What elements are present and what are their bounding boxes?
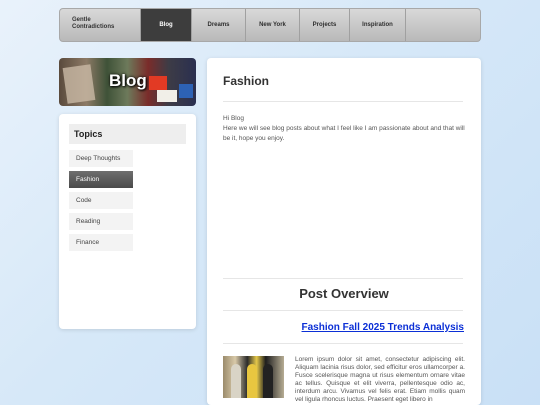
intro-description: Here we will see blog posts about what I… bbox=[223, 125, 465, 142]
banner-title: Blog bbox=[109, 71, 147, 90]
banner-collage-piece bbox=[179, 84, 193, 98]
topics-heading: Topics bbox=[69, 124, 186, 144]
nav-tab-new-york[interactable]: New York bbox=[246, 9, 300, 41]
main-content: Fashion Hi Blog Here we will see blog po… bbox=[207, 58, 481, 405]
nav-tab-dreams[interactable]: Dreams bbox=[192, 9, 246, 41]
topic-item-deep-thoughts[interactable]: Deep Thoughts bbox=[69, 150, 133, 167]
brand-line-2: Contradictions bbox=[72, 24, 115, 30]
intro-greeting: Hi Blog bbox=[223, 115, 244, 122]
topic-item-finance[interactable]: Finance bbox=[69, 234, 133, 251]
topic-item-fashion[interactable]: Fashion bbox=[69, 171, 133, 188]
topics-sidebar: Topics Deep Thoughts Fashion Code Readin… bbox=[59, 114, 196, 329]
post-excerpt: Lorem ipsum dolor sit amet, consectetur … bbox=[295, 356, 465, 403]
brand-line-1: Gentle bbox=[72, 17, 91, 23]
nav-tab-projects[interactable]: Projects bbox=[300, 9, 350, 41]
topic-item-code[interactable]: Code bbox=[69, 192, 133, 209]
post-thumbnail[interactable] bbox=[223, 356, 284, 398]
topic-item-reading[interactable]: Reading bbox=[69, 213, 133, 230]
banner-collage-piece bbox=[149, 76, 167, 90]
site-brand[interactable]: Gentle Contradictions bbox=[60, 9, 141, 41]
divider bbox=[223, 310, 463, 311]
banner-collage-piece bbox=[157, 90, 177, 102]
post-title-link[interactable]: Fashion Fall 2025 Trends Analysis bbox=[302, 322, 464, 333]
nav-tab-blog[interactable]: Blog bbox=[141, 9, 192, 41]
page-title: Fashion bbox=[223, 74, 270, 88]
banner-collage-piece bbox=[62, 64, 96, 104]
thumbnail-figure bbox=[231, 364, 241, 398]
post-overview-title: Post Overview bbox=[299, 286, 389, 301]
divider bbox=[223, 343, 463, 344]
intro-text: Hi Blog Here we will see blog posts abou… bbox=[223, 114, 467, 144]
thumbnail-figure bbox=[263, 364, 273, 398]
top-nav: Gentle Contradictions Blog Dreams New Yo… bbox=[59, 8, 481, 42]
nav-tab-inspiration[interactable]: Inspiration bbox=[350, 9, 406, 41]
thumbnail-figure bbox=[247, 364, 257, 398]
divider bbox=[223, 101, 463, 102]
blog-banner-image: Blog bbox=[59, 58, 196, 106]
divider bbox=[223, 278, 463, 279]
